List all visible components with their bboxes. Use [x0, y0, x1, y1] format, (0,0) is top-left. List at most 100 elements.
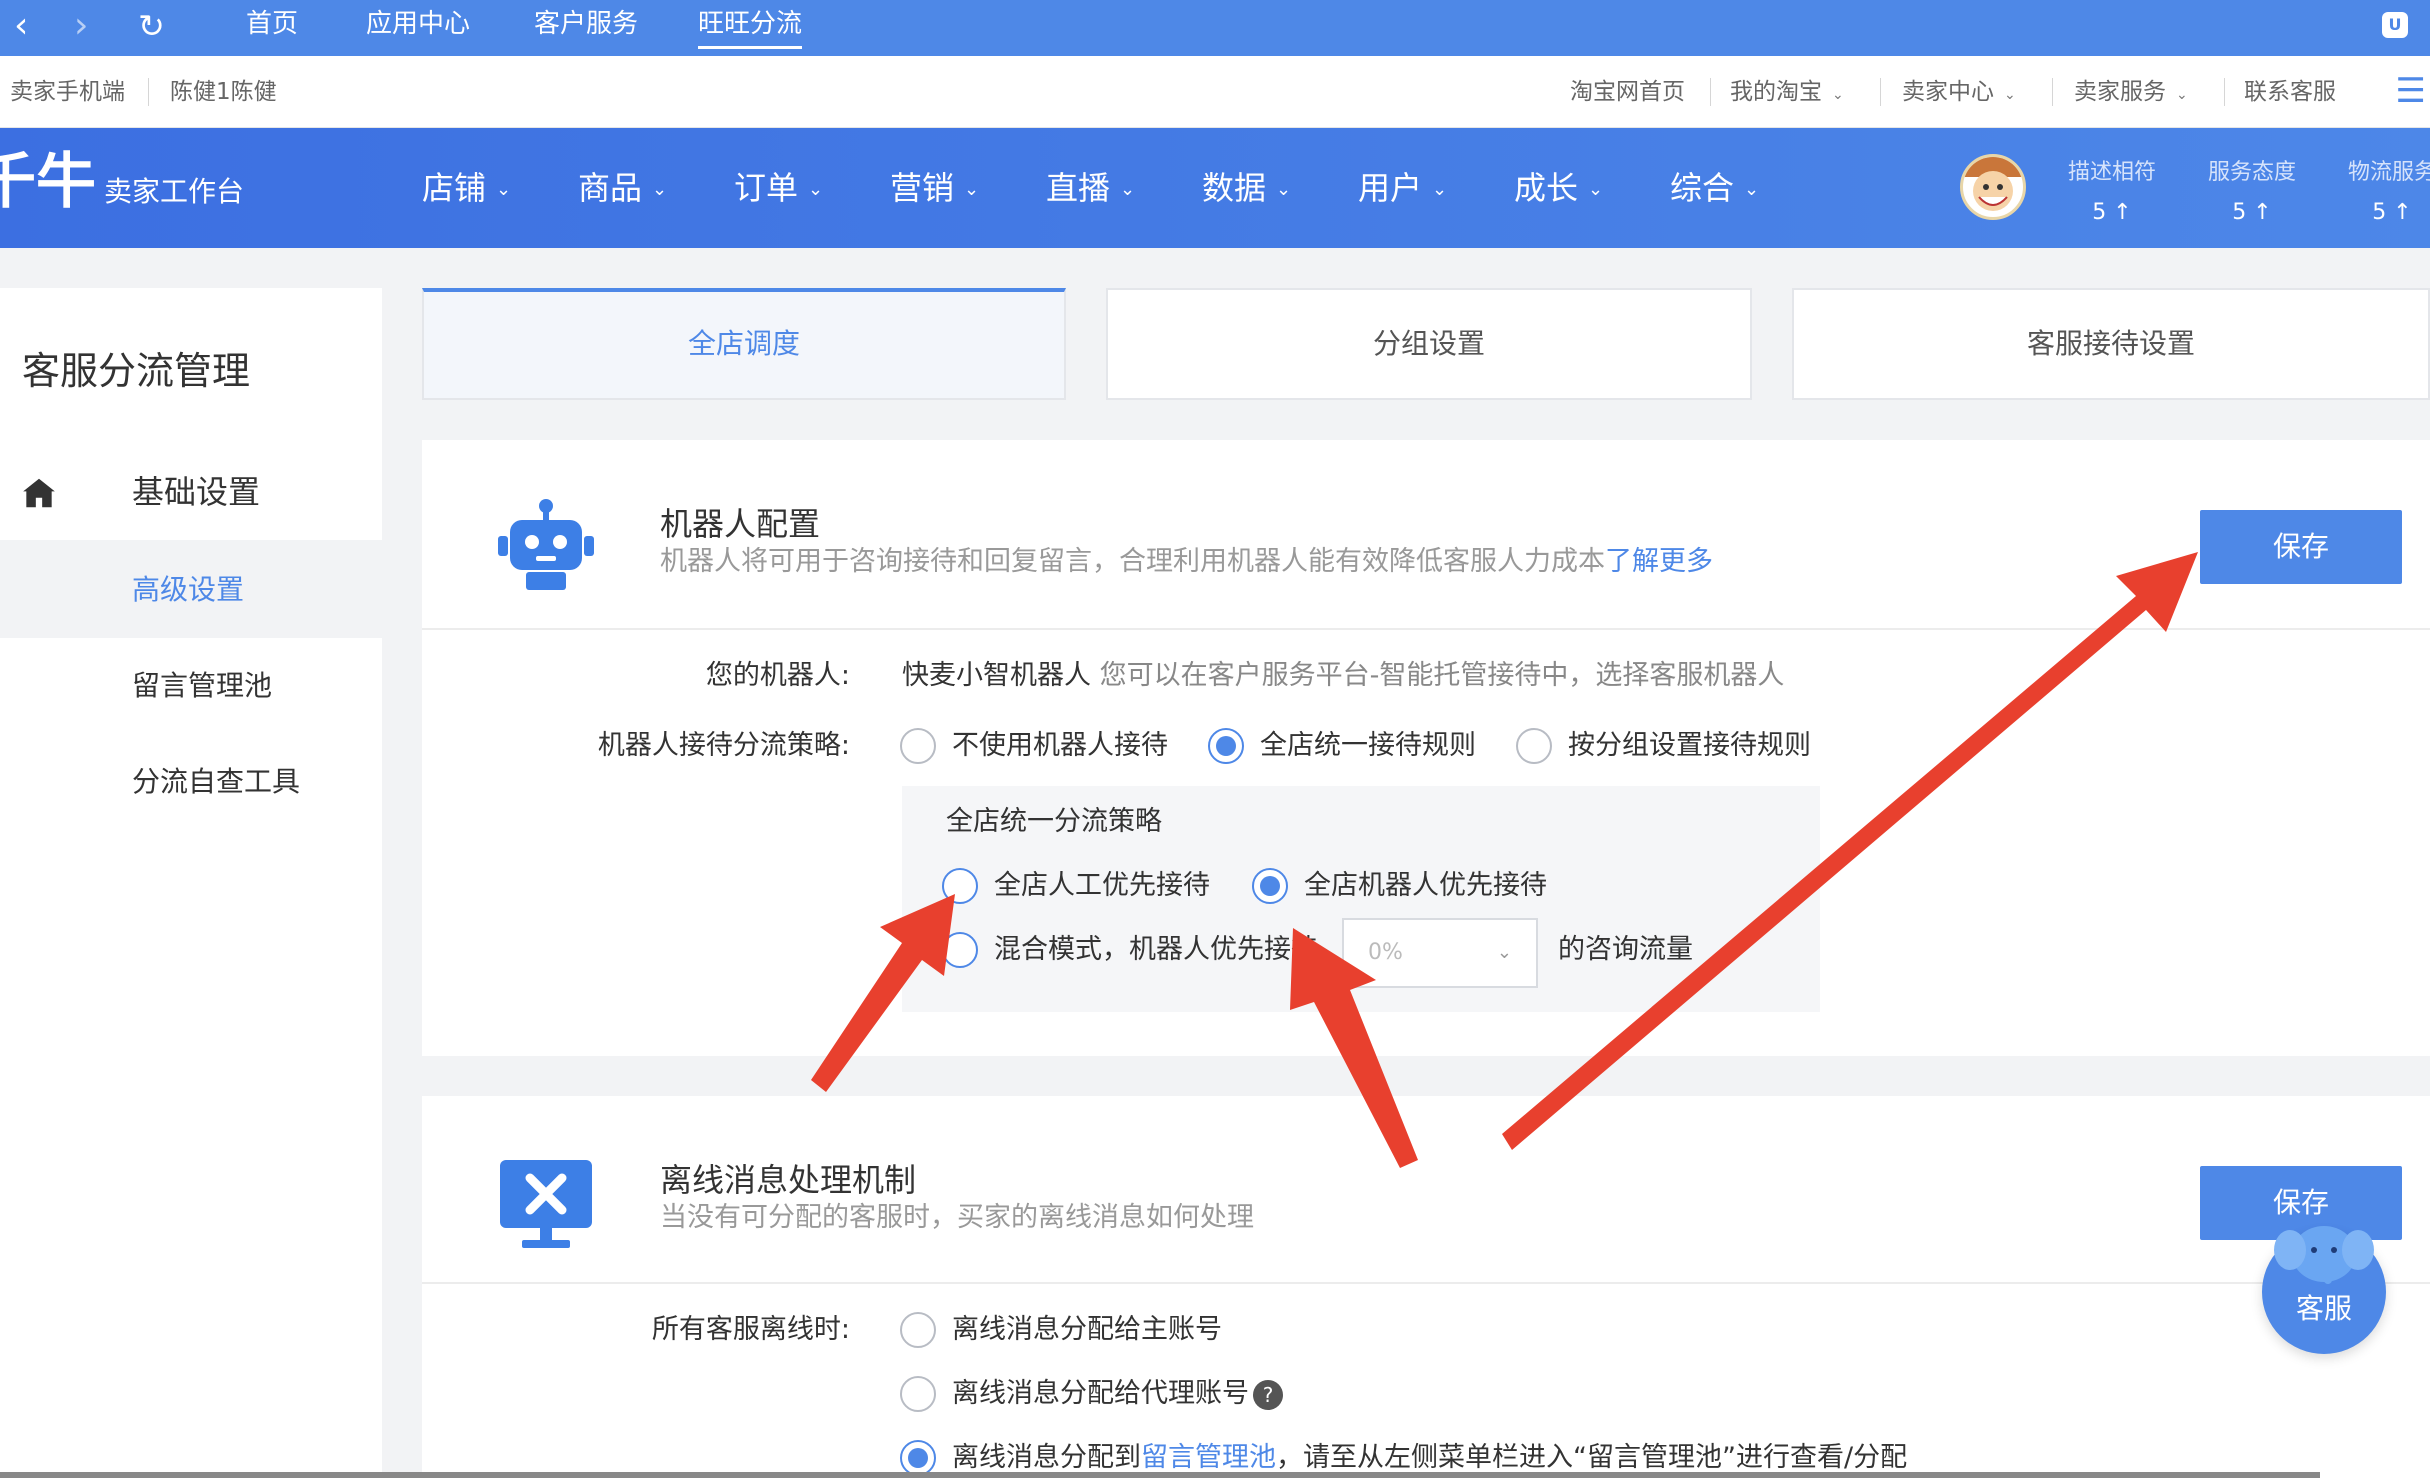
main-header: 千牛 卖家工作台 店铺 ⌄ 商品 ⌄ 订单 ⌄ 营销 ⌄ 直播 ⌄ 数据 ⌄ 用户 ⌄ 成长 ⌄… — [0, 128, 2430, 248]
elephant-mascot-icon — [2274, 1226, 2374, 1284]
radio-group-rule[interactable] — [1516, 728, 1552, 764]
chevron-down-icon: ⌄ — [1276, 179, 1292, 200]
robot-config-title: 机器人配置 — [660, 505, 821, 543]
tab-store-scheduling[interactable]: 全店调度 — [422, 288, 1066, 400]
logo-subtitle: 卖家工作台 — [104, 175, 245, 208]
tab-wangwang-routing[interactable]: 旺旺分流 — [698, 4, 803, 49]
avatar[interactable] — [1960, 154, 2026, 220]
sidebar-item-self-check-tool[interactable]: 分流自查工具 — [132, 762, 300, 802]
browser-toolbar: ‹ › ↻ 首页 应用中心 客户服务 旺旺分流 U — [0, 0, 2430, 56]
nav-products[interactable]: 商品 ⌄ — [578, 166, 667, 212]
taobao-home-link[interactable]: 淘宝网首页 — [1570, 76, 1685, 108]
chevron-down-icon: ⌄ — [2004, 87, 2016, 103]
radio-offline-agent-account[interactable] — [900, 1376, 936, 1412]
rating-value: 5 ↑ — [2372, 200, 2412, 225]
help-icon[interactable]: ? — [1253, 1379, 1283, 1410]
nav-users[interactable]: 用户 ⌄ — [1358, 166, 1447, 212]
radio-no-robot[interactable] — [900, 728, 936, 764]
seller-service-menu[interactable]: 卖家服务 ⌄ — [2074, 76, 2188, 111]
robot-name-row: 快麦小智机器人 您可以在客户服务平台-智能托管接待中，选择客服机器人 — [902, 658, 1784, 694]
my-taobao-menu[interactable]: 我的淘宝 ⌄ — [1730, 76, 1844, 111]
robot-name: 快麦小智机器人 — [902, 660, 1091, 691]
rating-value: 5 ↑ — [2232, 200, 2272, 225]
divider — [1710, 78, 1711, 106]
divider — [2052, 78, 2053, 106]
radio-human-first[interactable] — [942, 868, 978, 904]
back-icon[interactable]: ‹ — [14, 6, 28, 46]
tab-service-reception[interactable]: 客服接待设置 — [1792, 288, 2430, 400]
chevron-down-icon: ⌄ — [1120, 179, 1136, 200]
tab-home[interactable]: 首页 — [246, 4, 298, 44]
tab-customer-service[interactable]: 客户服务 — [534, 4, 638, 44]
radio-unified-rule[interactable] — [1208, 728, 1244, 764]
option-unified-rule: 全店统一接待规则 — [1260, 730, 1476, 761]
contact-service-link[interactable]: 联系客服 — [2244, 76, 2336, 108]
unified-strategy-title: 全店统一分流策略 — [946, 806, 1162, 837]
your-robot-label: 您的机器人: — [705, 660, 850, 691]
offline-message-panel: 离线消息处理机制 当没有可分配的客服时，买家的离线消息如何处理 保存 所有客服离… — [422, 1096, 2430, 1478]
nav-label: 综合 — [1670, 169, 1735, 207]
nav-data[interactable]: 数据 ⌄ — [1202, 166, 1291, 212]
sidebar: 客服分流管理 基础设置 高级设置 留言管理池 分流自查工具 — [0, 288, 382, 1478]
extension-icon[interactable]: U — [2382, 12, 2408, 38]
rating-value: 5 ↑ — [2092, 200, 2132, 225]
nav-label: 商品 — [578, 169, 643, 207]
offline-monitor-icon — [500, 1160, 592, 1248]
rating-label: 物流服务 — [2348, 160, 2430, 185]
refresh-icon[interactable]: ↻ — [138, 6, 165, 46]
message-pool-link[interactable]: 留言管理池 — [1141, 1442, 1276, 1473]
nav-marketing[interactable]: 营销 ⌄ — [890, 166, 979, 212]
tab-app-center[interactable]: 应用中心 — [366, 4, 470, 44]
nav-label: 店铺 — [422, 169, 487, 207]
tab-group-settings[interactable]: 分组设置 — [1106, 288, 1752, 400]
strategy-label: 机器人接待分流策略: — [597, 730, 850, 761]
service-label: 客服 — [2295, 1292, 2352, 1325]
nav-orders[interactable]: 订单 ⌄ — [734, 166, 823, 212]
customer-service-bubble[interactable]: 客服 — [2262, 1226, 2386, 1354]
seller-center-menu[interactable]: 卖家中心 ⌄ — [1902, 76, 2016, 111]
radio-offline-main-account[interactable] — [900, 1312, 936, 1348]
site-subbar: 卖家手机端 陈健1陈健 淘宝网首页 我的淘宝 ⌄ 卖家中心 ⌄ 卖家服务 ⌄ 联系客服… — [0, 56, 2430, 128]
chevron-down-icon: ⌄ — [964, 179, 980, 200]
nav-label: 用户 — [1358, 169, 1423, 207]
chevron-down-icon: ⌄ — [496, 179, 512, 200]
account-name[interactable]: 陈健1陈健 — [170, 76, 277, 108]
page-bottom-edge — [0, 1472, 2320, 1478]
my-taobao-label: 我的淘宝 — [1730, 79, 1822, 105]
offline-desc: 当没有可分配的客服时，买家的离线消息如何处理 — [660, 1202, 1254, 1233]
menu-icon[interactable]: ☰ — [2396, 74, 2426, 108]
nav-label: 成长 — [1514, 169, 1579, 207]
rating-logistics: 物流服务 5 ↑ — [2348, 158, 2430, 228]
chevron-down-icon: ⌄ — [652, 179, 668, 200]
rating-service: 服务态度 5 ↑ — [2208, 158, 2296, 228]
learn-more-link[interactable]: 了解更多 — [1605, 546, 1713, 577]
nav-label: 直播 — [1046, 169, 1111, 207]
option-mixed-mode: 混合模式，机器人优先接待 — [994, 934, 1318, 965]
chevron-down-icon: ⌄ — [1496, 942, 1512, 963]
sidebar-item-advanced-settings[interactable]: 高级设置 — [132, 570, 244, 610]
offline-title: 离线消息处理机制 — [660, 1161, 917, 1199]
option-prefix: 离线消息分配到 — [952, 1442, 1141, 1473]
radio-robot-first[interactable] — [1252, 868, 1288, 904]
chevron-down-icon: ⌄ — [1588, 179, 1604, 200]
traffic-percent-select[interactable]: 0% ⌄ — [1342, 918, 1538, 988]
rating-description: 描述相符 5 ↑ — [2068, 158, 2156, 228]
seller-mobile-link[interactable]: 卖家手机端 — [10, 76, 125, 108]
robot-desc-text: 机器人将可用于咨询接待和回复留言，合理利用机器人能有效降低客服人力成本 — [660, 546, 1605, 577]
chevron-down-icon: ⌄ — [1432, 179, 1448, 200]
chevron-down-icon: ⌄ — [808, 179, 824, 200]
sidebar-item-basic-settings[interactable]: 基础设置 — [132, 472, 260, 512]
sidebar-item-message-pool[interactable]: 留言管理池 — [132, 666, 272, 706]
nav-store[interactable]: 店铺 ⌄ — [422, 166, 511, 212]
robot-save-button[interactable]: 保存 — [2200, 510, 2402, 584]
nav-live[interactable]: 直播 ⌄ — [1046, 166, 1135, 212]
radio-offline-message-pool[interactable] — [900, 1440, 936, 1476]
nav-general[interactable]: 综合 ⌄ — [1670, 166, 1759, 212]
nav-growth[interactable]: 成长 ⌄ — [1514, 166, 1603, 212]
sidebar-title: 客服分流管理 — [22, 349, 251, 393]
nav-label: 营销 — [890, 169, 955, 207]
select-value: 0% — [1368, 940, 1403, 965]
nav-label: 数据 — [1202, 169, 1267, 207]
forward-icon[interactable]: › — [74, 6, 88, 46]
radio-mixed-mode[interactable] — [942, 932, 978, 968]
